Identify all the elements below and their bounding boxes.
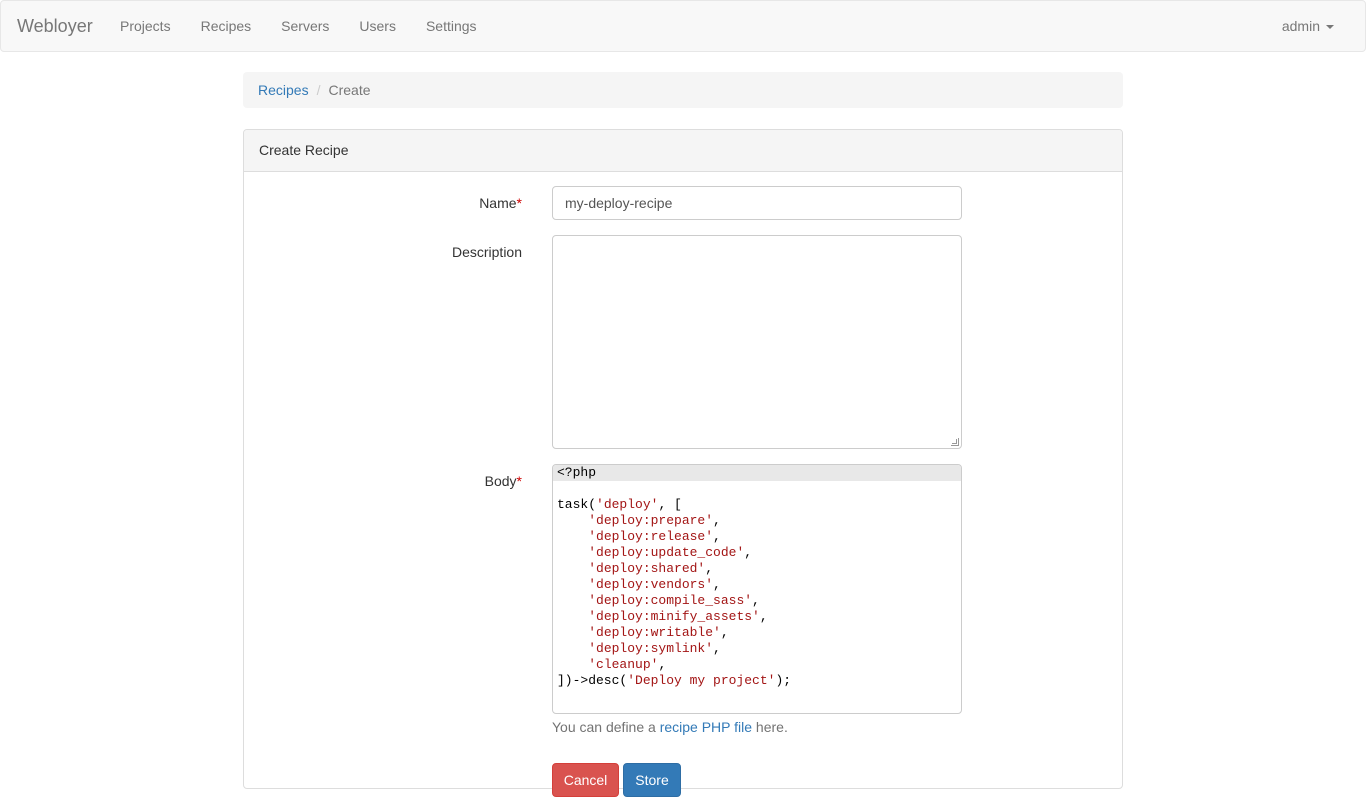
help-text-before: You can define a (552, 719, 660, 735)
code-line: 'deploy:compile_sass', (588, 593, 760, 608)
description-textarea[interactable] (552, 235, 962, 449)
code-line: 'deploy:minify_assets', (588, 609, 768, 624)
code-line: 'deploy:symlink', (588, 641, 721, 656)
store-button[interactable]: Store (623, 763, 681, 797)
nav-item-servers[interactable]: Servers (266, 1, 344, 51)
code-line: ])->desc('Deploy my project'); (557, 673, 792, 688)
nav-item-settings[interactable]: Settings (411, 1, 492, 51)
breadcrumb-current: Create (328, 82, 371, 98)
code-line: 'deploy:update_code', (588, 545, 753, 560)
main-nav: Projects Recipes Servers Users Settings (105, 1, 492, 51)
code-line: 'deploy:writable', (588, 625, 729, 640)
breadcrumb: Recipes / Create (243, 72, 1123, 108)
recipe-php-file-link[interactable]: recipe PHP file (660, 719, 752, 735)
create-recipe-panel: Create Recipe Name* my-deploy-recipe Des… (243, 129, 1123, 797)
help-text-after: here. (752, 719, 788, 735)
body-label-text: Body (484, 473, 517, 489)
code-line: 'deploy:prepare', (588, 513, 721, 528)
code-line: 'deploy:release', (588, 529, 721, 544)
panel-title: Create Recipe (244, 130, 1122, 172)
nav-item-users[interactable]: Users (344, 1, 411, 51)
code-line: 'deploy:shared', (588, 561, 714, 576)
code-line: 'deploy:vendors', (588, 577, 721, 592)
caret-down-icon (1326, 25, 1334, 30)
body-help-text: You can define a recipe PHP file here. (552, 719, 788, 735)
breadcrumb-separator: / (316, 82, 321, 98)
cancel-button[interactable]: Cancel (552, 763, 619, 797)
code-line: <?php (553, 465, 961, 481)
name-required-mark: * (516, 195, 522, 211)
user-menu-dropdown[interactable]: admin (1282, 1, 1334, 51)
nav-item-recipes[interactable]: Recipes (186, 1, 267, 51)
code-line: 'cleanup', (588, 657, 667, 672)
name-label: Name* (244, 195, 522, 211)
breadcrumb-recipes-link[interactable]: Recipes (258, 82, 309, 98)
code-line: task('deploy', [ (557, 497, 682, 512)
description-label: Description (451, 244, 522, 260)
name-label-text: Name (479, 195, 517, 211)
body-code-editor[interactable]: <?php task('deploy', [ 'deploy:prepare',… (552, 464, 962, 714)
top-navbar: Webloyer Projects Recipes Servers Users … (0, 0, 1366, 52)
body-required-mark: * (516, 473, 522, 489)
resize-grip-icon[interactable] (951, 438, 959, 446)
body-label: Body* (244, 473, 522, 489)
name-input[interactable]: my-deploy-recipe (552, 186, 962, 220)
user-name: admin (1281, 18, 1320, 34)
nav-item-projects[interactable]: Projects (105, 1, 186, 51)
brand-link[interactable]: Webloyer (17, 16, 93, 37)
